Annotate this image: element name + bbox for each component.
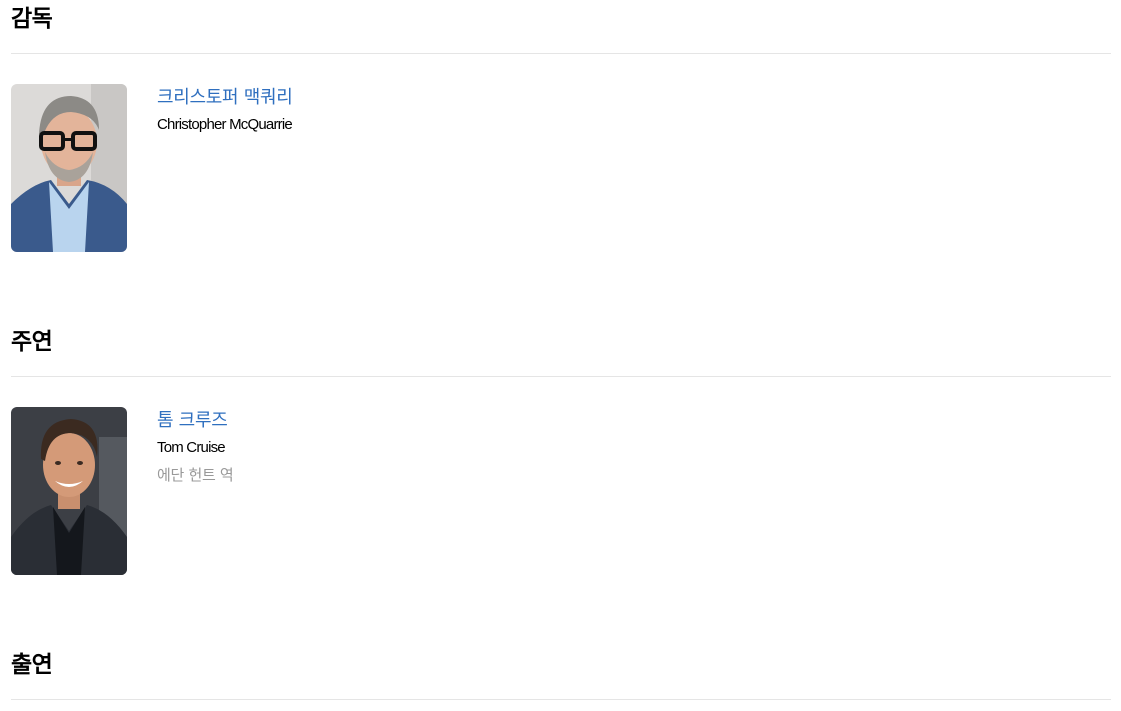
divider — [11, 699, 1111, 700]
person-card[interactable]: 톰 크루즈 Tom Cruise 에단 헌트 역 — [11, 407, 611, 575]
portrait-image — [11, 84, 127, 252]
person-name-en: Tom Cruise — [157, 439, 226, 456]
section-title-lead-cast: 주연 — [11, 329, 53, 355]
person-name-en: Christopher McQuarrie — [157, 116, 293, 133]
person-name-ko-link[interactable]: 크리스토퍼 맥쿼리 — [157, 86, 293, 110]
person-photo[interactable] — [11, 84, 127, 252]
section-title-director: 감독 — [11, 6, 53, 32]
section-title-supporting-cast: 출연 — [11, 652, 53, 678]
person-card[interactable]: 크리스토퍼 맥쿼리 Christopher McQuarrie — [11, 84, 611, 252]
section-lead-cast: 주연 톰 크루즈 Tom Cruise 에단 헌트 역 — [11, 323, 1111, 583]
divider — [11, 53, 1111, 54]
person-photo[interactable] — [11, 407, 127, 575]
divider — [11, 376, 1111, 377]
person-role: 에단 헌트 역 — [157, 466, 234, 484]
person-name-ko-link[interactable]: 톰 크루즈 — [157, 409, 228, 433]
section-director: 감독 크리스토퍼 맥쿼리 Christopher McQuarrie — [11, 0, 1111, 260]
section-supporting-cast: 출연 — [11, 646, 1111, 711]
portrait-image — [11, 407, 127, 575]
